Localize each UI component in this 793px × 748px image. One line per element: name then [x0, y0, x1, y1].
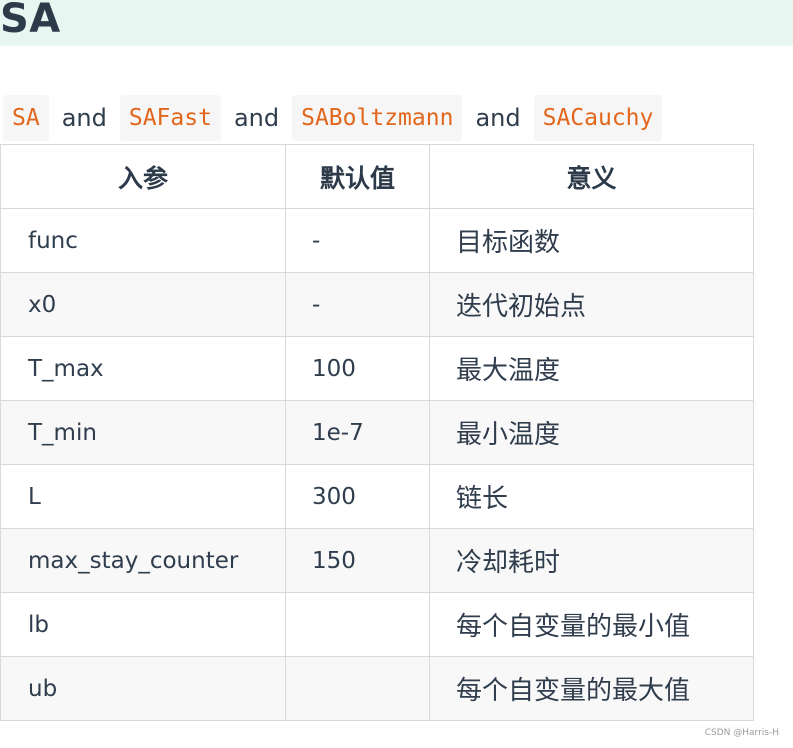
- table-header-row: 入参 默认值 意义: [0, 144, 754, 209]
- cell-meaning: 冷却耗时: [429, 528, 754, 593]
- cell-param: max_stay_counter: [0, 528, 286, 593]
- header-param: 入参: [0, 144, 286, 209]
- cell-default: -: [285, 272, 430, 337]
- cell-param: ub: [0, 656, 286, 721]
- cell-param: T_min: [0, 400, 286, 465]
- page-title: SA: [0, 0, 61, 42]
- code-saboltzmann: SABoltzmann: [292, 95, 463, 141]
- cell-default: [285, 656, 430, 721]
- parameter-table: 入参 默认值 意义 func - 目标函数 x0 - 迭代初始点 T_max 1…: [0, 144, 754, 721]
- table-row: max_stay_counter 150 冷却耗时: [0, 528, 754, 593]
- cell-meaning: 目标函数: [429, 208, 754, 273]
- cell-param: L: [0, 464, 286, 529]
- joiner-text: and: [61, 104, 107, 132]
- table-row: T_max 100 最大温度: [0, 336, 754, 401]
- cell-param: func: [0, 208, 286, 273]
- cell-default: 1e-7: [285, 400, 430, 465]
- code-sa: SA: [3, 95, 49, 141]
- cell-default: [285, 592, 430, 657]
- header-default: 默认值: [285, 144, 430, 209]
- code-safast: SAFast: [119, 95, 221, 141]
- watermark-text: CSDN @Harris-H: [704, 728, 779, 738]
- cell-default: -: [285, 208, 430, 273]
- header-meaning: 意义: [429, 144, 754, 209]
- cell-param: x0: [0, 272, 286, 337]
- subtitle-line: SA and SAFast and SABoltzmann and SACauc…: [3, 95, 663, 141]
- cell-default: 300: [285, 464, 430, 529]
- cell-meaning: 链长: [429, 464, 754, 529]
- table-row: lb 每个自变量的最小值: [0, 592, 754, 657]
- cell-meaning: 每个自变量的最小值: [429, 592, 754, 657]
- table-row: ub 每个自变量的最大值: [0, 656, 754, 721]
- joiner-text: and: [233, 104, 280, 132]
- cell-meaning: 迭代初始点: [429, 272, 754, 337]
- table-row: L 300 链长: [0, 464, 754, 529]
- cell-meaning: 最小温度: [429, 400, 754, 465]
- cell-param: lb: [0, 592, 286, 657]
- table-row: T_min 1e-7 最小温度: [0, 400, 754, 465]
- cell-default: 100: [285, 336, 430, 401]
- table-row: x0 - 迭代初始点: [0, 272, 754, 337]
- cell-default: 150: [285, 528, 430, 593]
- cell-meaning: 每个自变量的最大值: [429, 656, 754, 721]
- joiner-text: and: [475, 104, 521, 132]
- code-sacauchy: SACauchy: [533, 95, 663, 141]
- cell-param: T_max: [0, 336, 286, 401]
- cell-meaning: 最大温度: [429, 336, 754, 401]
- table-row: func - 目标函数: [0, 208, 754, 273]
- heading-bar: SA: [0, 0, 793, 46]
